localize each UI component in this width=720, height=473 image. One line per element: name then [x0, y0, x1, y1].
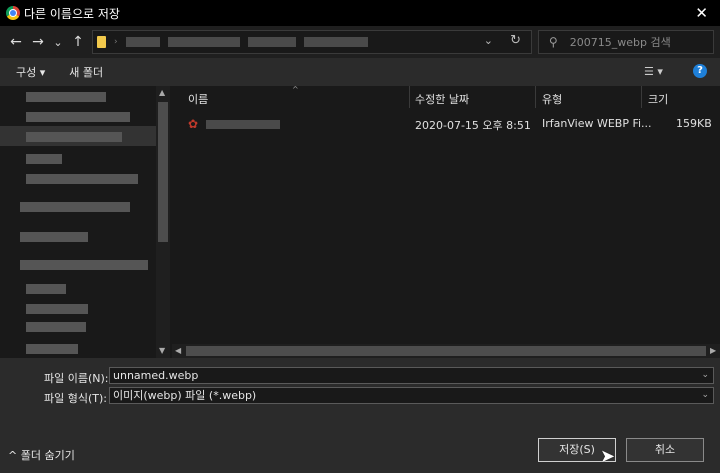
title-bar: 다른 이름으로 저장 ✕	[0, 0, 720, 26]
forward-arrow-icon[interactable]: →	[28, 34, 48, 50]
filename-label: 파일 이름(N):	[44, 372, 109, 385]
scroll-up-icon[interactable]: ▲	[159, 88, 165, 97]
nav-item[interactable]	[26, 322, 86, 332]
nav-item[interactable]	[26, 284, 66, 294]
column-divider[interactable]	[641, 86, 642, 108]
refresh-icon[interactable]: ↻	[510, 33, 521, 48]
chevron-down-icon[interactable]: ⌄	[701, 388, 709, 403]
mouse-cursor-icon: ➤	[600, 446, 616, 467]
horizontal-scrollbar[interactable]: ◀ ▶	[172, 344, 720, 358]
hide-folders-button[interactable]: ^ 폴더 숨기기	[8, 447, 75, 463]
scroll-right-icon[interactable]: ▶	[710, 346, 716, 355]
file-type: IrfanView WEBP Fi...	[542, 117, 652, 130]
column-divider[interactable]	[409, 86, 410, 108]
nav-scrollbar[interactable]: ▲ ▼	[156, 86, 170, 358]
help-icon[interactable]: ?	[693, 64, 707, 78]
navigation-pane[interactable]: ▲ ▼	[0, 86, 172, 358]
recent-locations-icon[interactable]: ⌄	[48, 36, 68, 49]
filename-value[interactable]: unnamed.webp	[113, 369, 198, 382]
nav-item[interactable]	[26, 174, 138, 184]
folder-icon	[97, 36, 106, 48]
nav-item[interactable]	[26, 92, 106, 102]
nav-item[interactable]	[20, 260, 148, 270]
file-size: 159KB	[676, 117, 712, 130]
chevron-down-icon[interactable]: ⌄	[484, 34, 493, 47]
search-icon: ⚲	[549, 35, 558, 49]
column-divider[interactable]	[535, 86, 536, 108]
chevron-down-icon[interactable]: ⌄	[701, 368, 709, 383]
scroll-left-icon[interactable]: ◀	[175, 346, 181, 355]
command-bar: 구성 ▾ 새 폴더 ☰ ▾ ?	[0, 58, 720, 86]
up-arrow-icon[interactable]: ↑	[68, 34, 88, 50]
breadcrumb-redacted	[125, 37, 160, 47]
nav-item[interactable]	[26, 132, 122, 142]
file-list[interactable]: ^ 이름 수정한 날짜 유형 크기 ✿ 2020-07-15 오후 8:51 I…	[172, 85, 720, 358]
filetype-select[interactable]: 이미지(webp) 파일 (*.webp) ⌄	[109, 387, 714, 404]
nav-item[interactable]	[26, 304, 88, 314]
scroll-down-icon[interactable]: ▼	[159, 346, 165, 355]
filetype-label: 파일 형식(T):	[44, 392, 107, 405]
column-modified[interactable]: 수정한 날짜	[415, 91, 469, 107]
breadcrumb-separator-icon: ›	[114, 37, 118, 47]
view-options-icon[interactable]: ☰ ▾	[644, 65, 663, 78]
file-modified: 2020-07-15 오후 8:51	[415, 119, 531, 132]
horizontal-scrollbar-thumb[interactable]	[186, 346, 706, 356]
navigation-bar: ← → ⌄ ↑ › ⌄ ↻ ⚲ 200715_webp 검색	[0, 26, 720, 58]
table-row[interactable]: ✿ 2020-07-15 오후 8:51 IrfanView WEBP Fi..…	[172, 116, 720, 132]
nav-scrollbar-thumb[interactable]	[158, 102, 168, 242]
nav-item[interactable]	[26, 344, 78, 354]
column-name[interactable]: 이름	[188, 91, 208, 107]
breadcrumb-redacted	[167, 37, 240, 47]
cancel-button[interactable]: 취소	[626, 438, 704, 462]
irfanview-file-icon: ✿	[188, 117, 199, 131]
nav-item[interactable]	[26, 154, 62, 164]
breadcrumb-redacted	[247, 37, 296, 47]
window-title: 다른 이름으로 저장	[24, 6, 120, 21]
breadcrumb-redacted	[303, 37, 368, 47]
column-header-row: ^ 이름 수정한 날짜 유형 크기	[172, 85, 720, 108]
file-name-redacted	[206, 120, 280, 129]
column-size[interactable]: 크기	[648, 91, 668, 107]
search-box[interactable]: ⚲ 200715_webp 검색	[538, 30, 714, 54]
close-icon[interactable]: ✕	[695, 4, 708, 22]
nav-item[interactable]	[26, 112, 130, 122]
sort-ascending-icon: ^	[292, 85, 299, 94]
organize-button[interactable]: 구성 ▾	[16, 64, 45, 80]
address-bar[interactable]: › ⌄ ↻	[92, 30, 532, 54]
back-arrow-icon[interactable]: ←	[6, 34, 26, 50]
filetype-value[interactable]: 이미지(webp) 파일 (*.webp)	[113, 389, 256, 402]
chrome-icon	[6, 6, 20, 20]
filename-field[interactable]: unnamed.webp ⌄	[109, 367, 714, 384]
nav-item[interactable]	[20, 232, 88, 242]
search-input[interactable]: 200715_webp 검색	[570, 34, 671, 50]
nav-item[interactable]	[20, 202, 130, 212]
column-type[interactable]: 유형	[542, 91, 562, 107]
new-folder-button[interactable]: 새 폴더	[69, 64, 103, 80]
